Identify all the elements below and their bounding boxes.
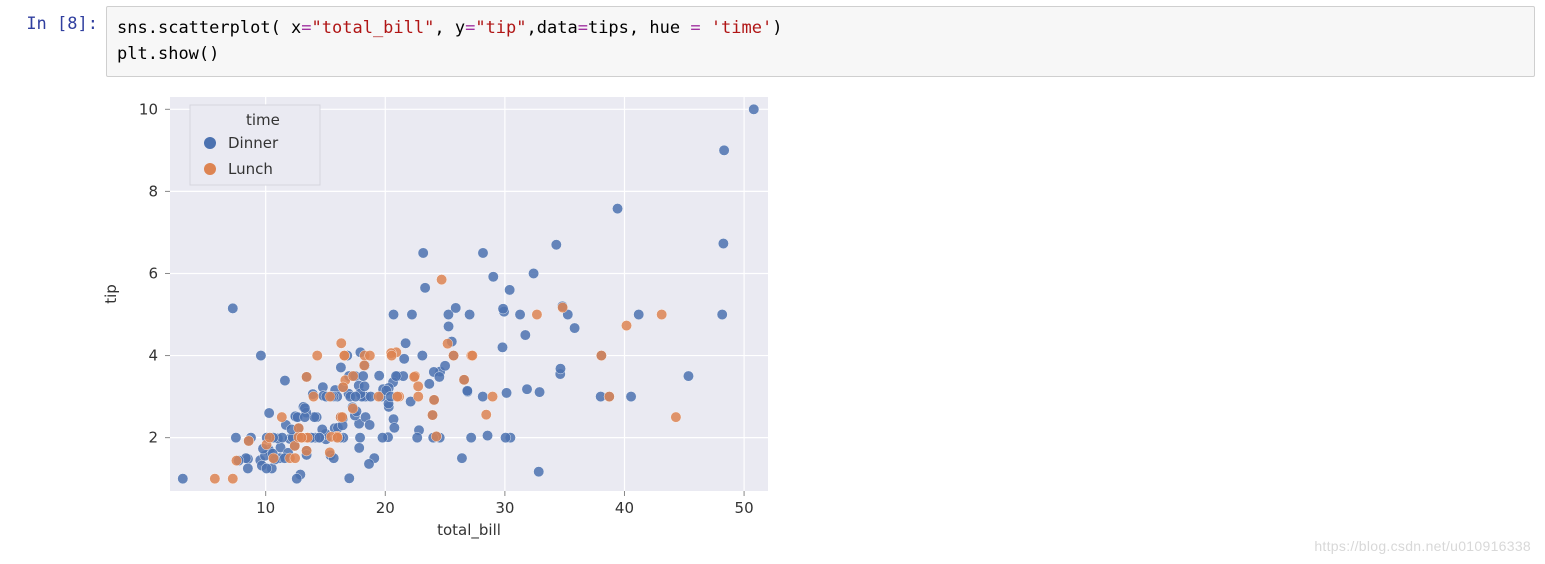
prompt-suffix: ]:: [78, 14, 98, 34]
prompt-number: 8: [67, 14, 77, 34]
svg-text:tip: tip: [102, 284, 120, 304]
svg-text:Lunch: Lunch: [228, 160, 273, 178]
svg-text:30: 30: [495, 499, 514, 517]
notebook-cell: In [8]: sns.scatterplot( x="total_bill",…: [0, 0, 1545, 77]
svg-text:10: 10: [139, 100, 158, 118]
svg-text:time: time: [246, 111, 280, 129]
cell-output: 10 20 30 40 50 2 4 6 8 10 total_bill tip time Dinner L…: [98, 83, 1545, 548]
svg-text:Dinner: Dinner: [228, 134, 279, 152]
svg-text:6: 6: [148, 264, 158, 282]
svg-text:20: 20: [376, 499, 395, 517]
svg-text:40: 40: [615, 499, 634, 517]
svg-text:10: 10: [256, 499, 275, 517]
svg-text:50: 50: [735, 499, 754, 517]
svg-text:4: 4: [148, 346, 158, 364]
svg-text:2: 2: [148, 428, 158, 446]
scatter-plot: 10 20 30 40 50 2 4 6 8 10 total_bill tip time Dinner L…: [98, 83, 788, 543]
input-prompt: In [8]:: [10, 6, 106, 34]
code-input[interactable]: sns.scatterplot( x="total_bill", y="tip"…: [106, 6, 1535, 77]
svg-text:8: 8: [148, 182, 158, 200]
svg-text:total_bill: total_bill: [437, 521, 501, 540]
prompt-prefix: In [: [26, 14, 67, 34]
